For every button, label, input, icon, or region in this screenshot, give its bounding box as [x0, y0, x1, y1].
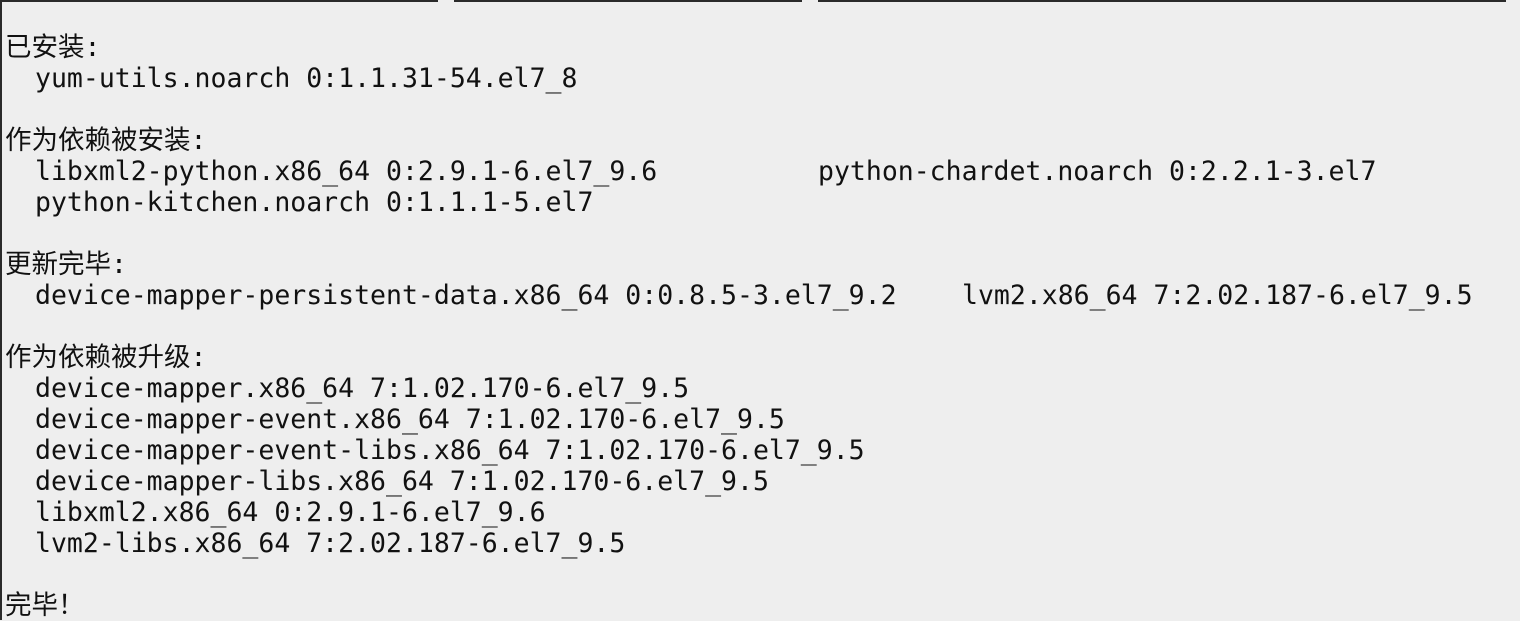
package-entry: lvm2-libs.x86_64 7:2.02.187-6.el7_9.5: [35, 528, 626, 559]
section-heading-installed: 已安装:: [5, 32, 101, 63]
package-entry: yum-utils.noarch 0:1.1.31-54.el7_8: [35, 63, 578, 94]
top-border-segment: [818, 0, 1506, 2]
package-entry: python-chardet.noarch 0:2.2.1-3.el7: [818, 156, 1377, 187]
section-heading-dependency-installed: 作为依赖被安装:: [5, 125, 207, 156]
package-entry: libxml2.x86_64 0:2.9.1-6.el7_9.6: [35, 497, 546, 528]
package-entry: device-mapper-event.x86_64 7:1.02.170-6.…: [35, 404, 785, 435]
package-entry: libxml2-python.x86_64 0:2.9.1-6.el7_9.6: [35, 156, 658, 187]
package-entry: lvm2.x86_64 7:2.02.187-6.el7_9.5: [962, 280, 1473, 311]
package-entry: device-mapper.x86_64 7:1.02.170-6.el7_9.…: [35, 373, 690, 404]
package-entry: device-mapper-event-libs.x86_64 7:1.02.1…: [35, 435, 865, 466]
section-heading-updated: 更新完毕:: [5, 249, 127, 280]
top-border-segment: [0, 0, 438, 2]
top-border-segment: [454, 0, 802, 2]
terminal-left-border: [0, 0, 2, 620]
completion-message: 完毕！: [5, 590, 85, 621]
terminal-window: 已安装: yum-utils.noarch 0:1.1.31-54.el7_8 …: [0, 0, 1520, 621]
package-entry: device-mapper-persistent-data.x86_64 0:0…: [35, 280, 897, 311]
section-heading-dependency-updated: 作为依赖被升级:: [5, 342, 207, 373]
package-entry: device-mapper-libs.x86_64 7:1.02.170-6.e…: [35, 466, 769, 497]
package-entry: python-kitchen.noarch 0:1.1.1-5.el7: [35, 187, 594, 218]
